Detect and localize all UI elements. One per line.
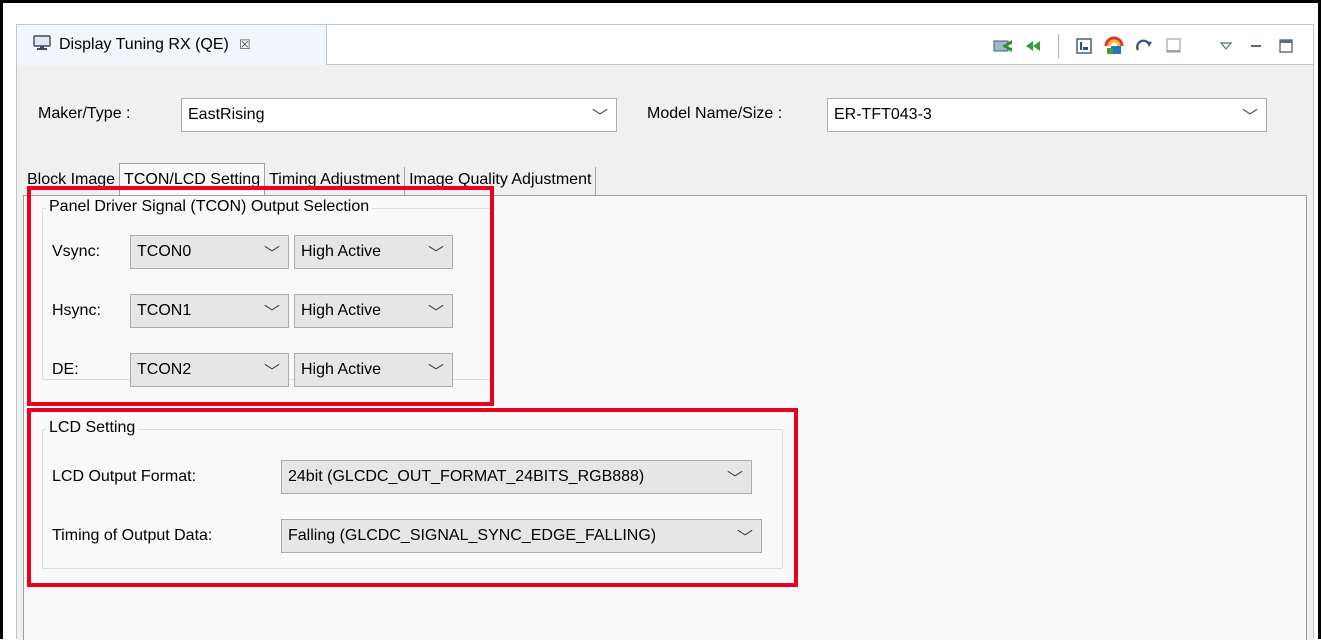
toolbar-separator: [1058, 34, 1059, 58]
refresh-icon[interactable]: [1133, 35, 1155, 57]
model-name-select[interactable]: ER-TFT043-3 ﹀: [827, 98, 1267, 132]
chevron-down-icon: ﹀: [591, 109, 608, 126]
model-name-value: ER-TFT043-3: [834, 106, 932, 123]
model-name-label: Model Name/Size :: [647, 105, 783, 122]
close-icon[interactable]: ☒: [239, 37, 251, 53]
tcon-highlight-box: [27, 186, 494, 406]
maker-type-value: EastRising: [188, 106, 265, 123]
maker-type-select[interactable]: EastRising ﹀: [181, 98, 617, 132]
rewind-icon[interactable]: [1022, 35, 1044, 57]
view-tab-title: Display Tuning RX (QE): [59, 36, 229, 53]
view-tab-bar: Display Tuning RX (QE) ☒: [17, 25, 1313, 65]
monitor-icon: [33, 34, 51, 56]
view-toolbar: [992, 33, 1297, 59]
export-icon[interactable]: [992, 35, 1014, 57]
maximize-icon[interactable]: [1275, 35, 1297, 57]
palette-icon[interactable]: [1103, 35, 1125, 57]
view-menu-icon[interactable]: [1215, 35, 1237, 57]
maker-type-label: Maker/Type :: [38, 105, 131, 122]
minimize-icon[interactable]: [1245, 35, 1267, 57]
report-icon[interactable]: [1073, 35, 1095, 57]
chevron-down-icon: ﹀: [1241, 109, 1258, 126]
lcd-highlight-box: [27, 408, 798, 587]
panel-icon[interactable]: [1163, 35, 1185, 57]
view-tab-display-tuning[interactable]: Display Tuning RX (QE) ☒: [17, 25, 327, 65]
